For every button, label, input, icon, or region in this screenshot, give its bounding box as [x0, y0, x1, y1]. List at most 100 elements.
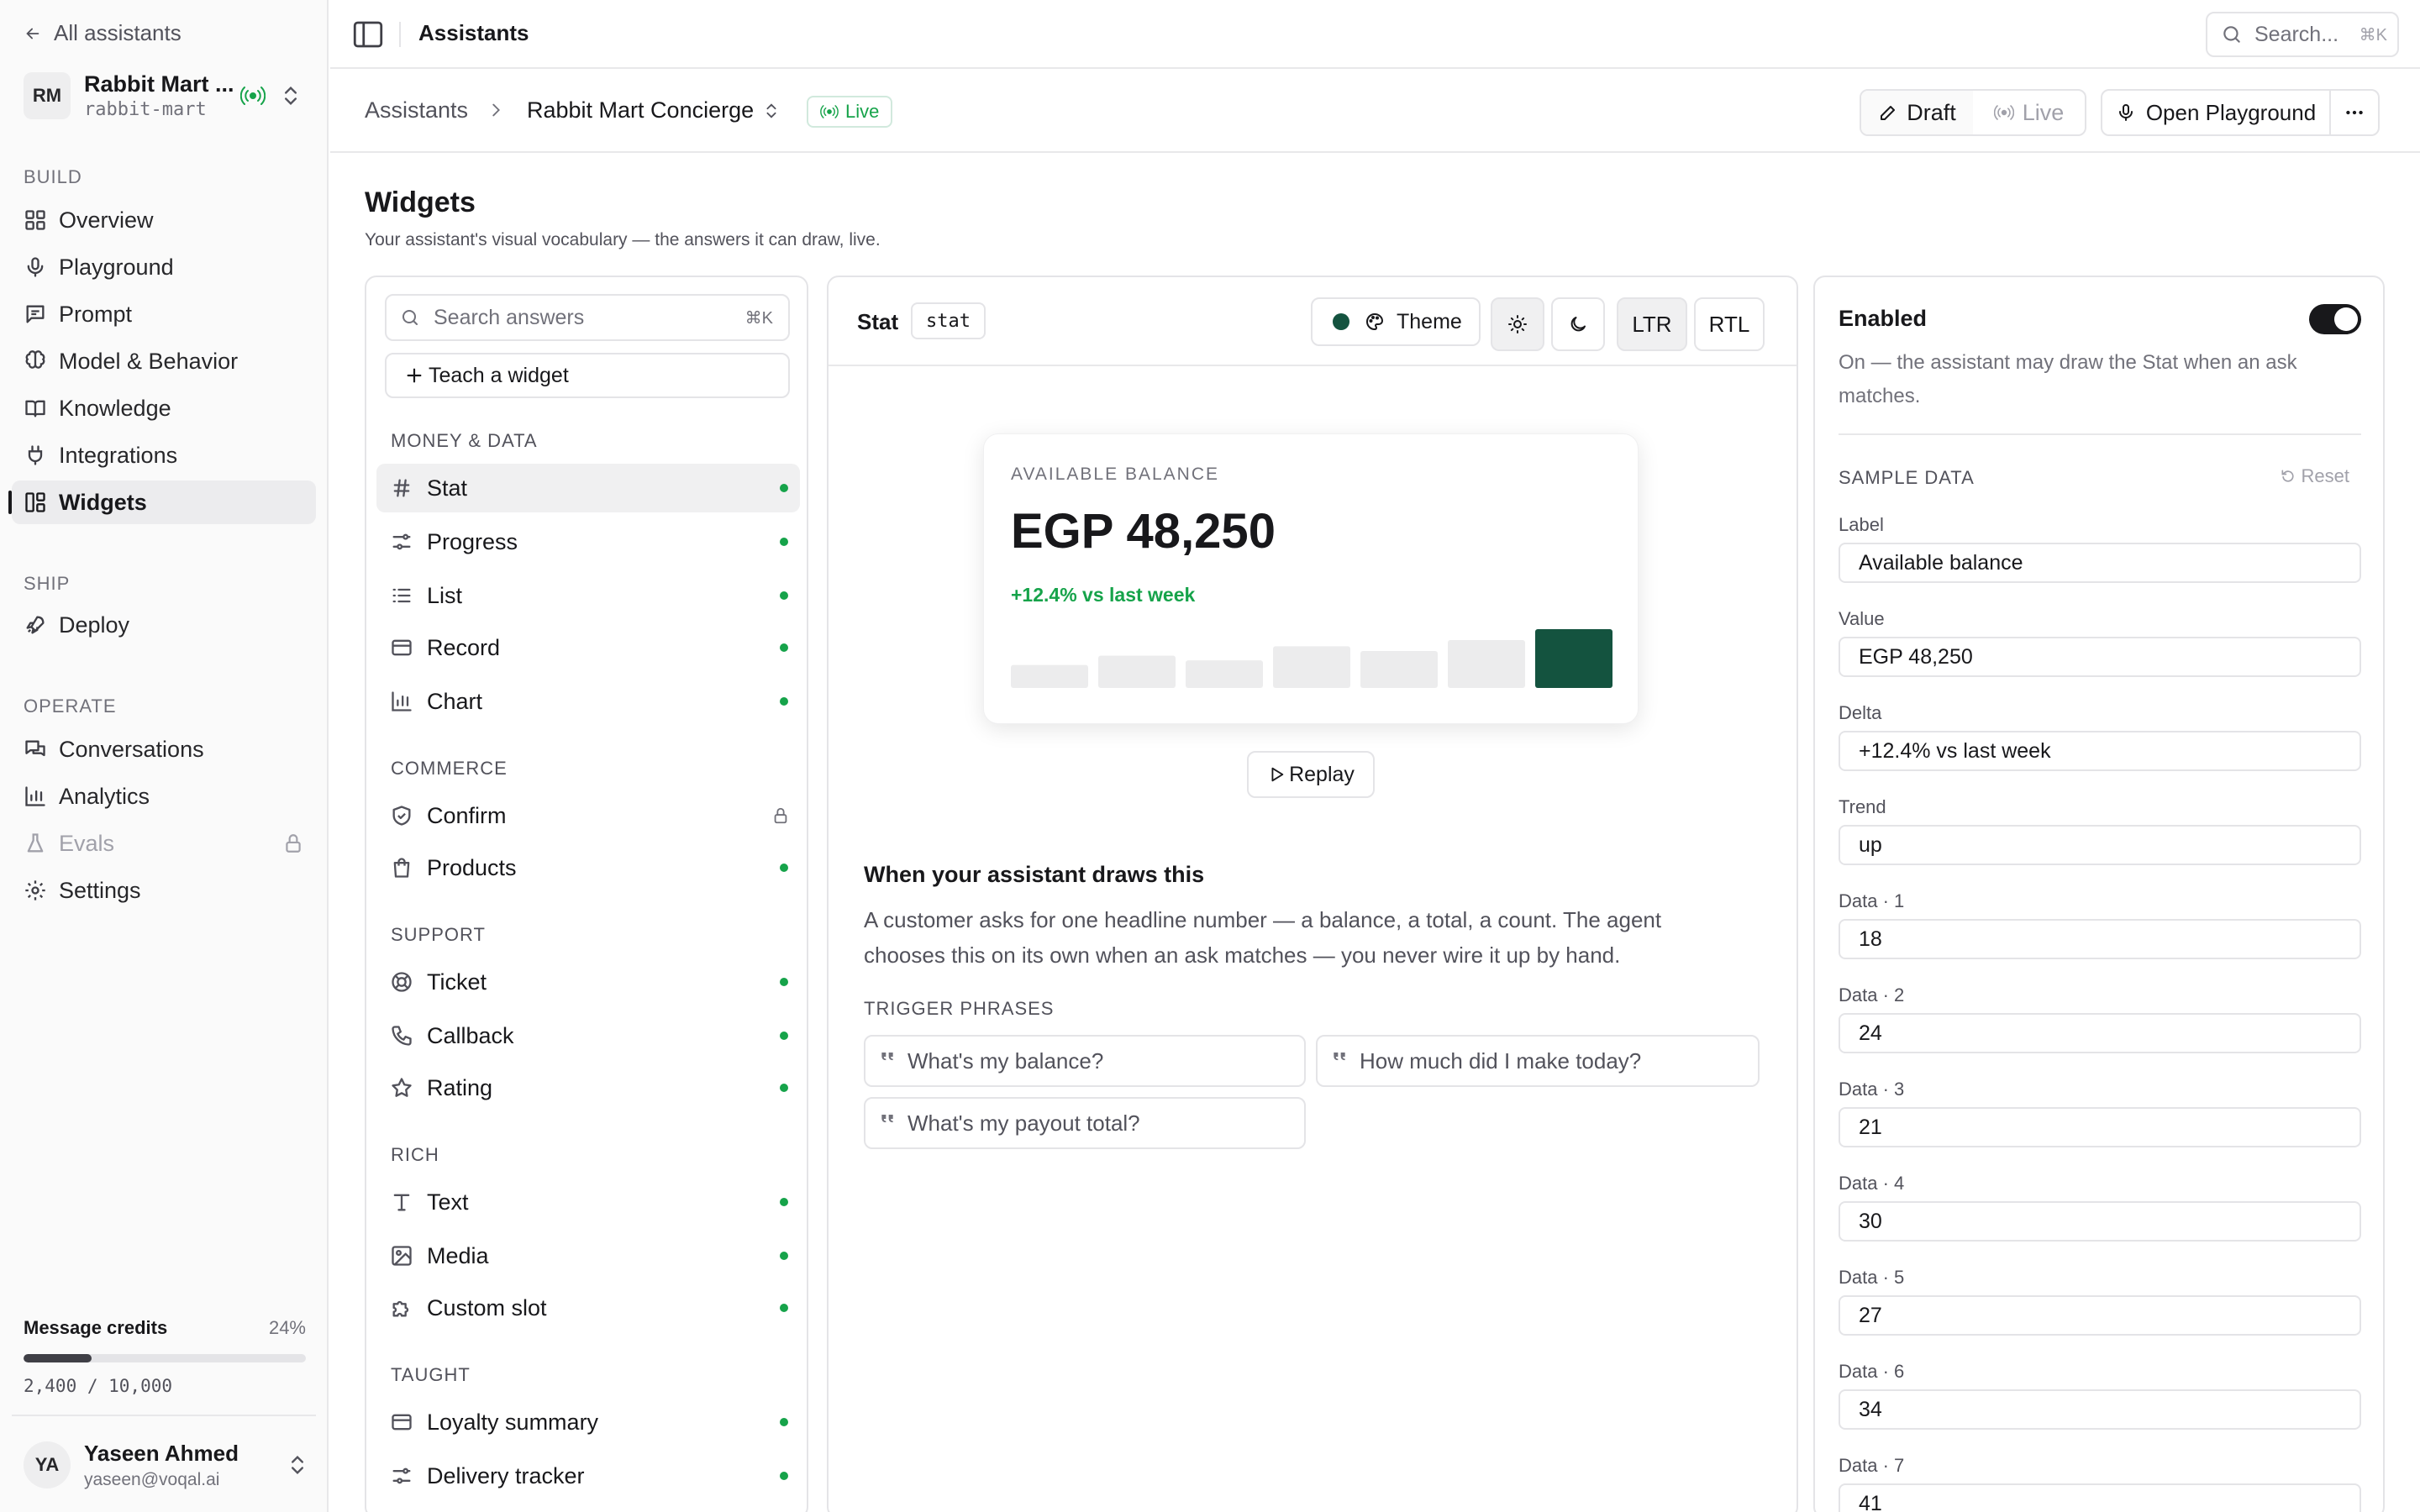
widget-search-input[interactable]: Search answers ⌘K	[385, 294, 790, 341]
sidebar: All assistants RM Rabbit Mart ... rabbit…	[0, 0, 329, 1512]
header-actions: Open Playground	[2101, 89, 2380, 136]
rtl-button[interactable]: RTL	[1694, 297, 1765, 351]
trigger-phrase[interactable]: What's my balance?	[864, 1035, 1306, 1087]
widget-item-custom-slot[interactable]: Custom slot	[376, 1284, 800, 1332]
sample-data-input[interactable]: 41	[1839, 1483, 2361, 1512]
rocket-icon	[26, 616, 45, 634]
widget-item-label: Record	[427, 634, 501, 660]
widget-item-rating[interactable]: Rating	[376, 1063, 800, 1112]
section-label-operate: OPERATE	[24, 696, 117, 717]
open-playground-button[interactable]: Open Playground	[2102, 91, 2331, 134]
widget-item-callback[interactable]: Callback	[376, 1011, 800, 1060]
trigger-phrase[interactable]: How much did I make today?	[1316, 1035, 1760, 1087]
enabled-dot	[780, 484, 788, 492]
field-label: Data · 1	[1839, 890, 1905, 911]
quote-icon	[881, 1115, 893, 1123]
teach-widget-button[interactable]: Teach a widget	[385, 353, 790, 398]
dark-mode-button[interactable]	[1551, 297, 1605, 351]
theme-button[interactable]: Theme	[1311, 297, 1481, 346]
widget-item-media[interactable]: Media	[376, 1231, 800, 1280]
status-badge: Live	[807, 96, 893, 128]
sample-data-input[interactable]: up	[1839, 825, 2361, 865]
field-label: Data · 2	[1839, 984, 1905, 1005]
sample-data-input[interactable]: Available balance	[1839, 543, 2361, 583]
sample-data-input[interactable]: 27	[1839, 1295, 2361, 1336]
nav-label: Deploy	[59, 612, 130, 638]
message-icon	[26, 305, 45, 323]
user-menu[interactable]: YA Yaseen Ahmed yaseen@voqal.ai	[24, 1438, 309, 1492]
ltr-button[interactable]: LTR	[1617, 297, 1687, 351]
enabled-description: On — the assistant may draw the Stat whe…	[1839, 351, 2297, 407]
reset-button[interactable]: Reset	[2280, 465, 2349, 487]
mic-icon	[2118, 104, 2133, 121]
credits-label: Message credits	[24, 1317, 168, 1338]
widget-item-progress[interactable]: Progress	[376, 517, 800, 566]
nav-item-settings[interactable]: Settings	[12, 869, 316, 912]
nav-item-overview[interactable]: Overview	[12, 198, 316, 242]
sample-data-input[interactable]: EGP 48,250	[1839, 637, 2361, 677]
nav-item-evals[interactable]: Evals	[12, 822, 316, 865]
widget-item-loyalty-summary[interactable]: Loyalty summary	[376, 1398, 800, 1446]
trigger-phrase[interactable]: What's my payout total?	[864, 1097, 1306, 1149]
widget-item-label: Products	[427, 854, 517, 880]
divider	[399, 22, 401, 47]
mode-live-button[interactable]: Live	[1973, 91, 2085, 134]
widget-item-list[interactable]: List	[376, 571, 800, 620]
sample-data-input[interactable]: 34	[1839, 1389, 2361, 1430]
widget-item-text[interactable]: Text	[376, 1178, 800, 1226]
broadcast-icon	[820, 105, 839, 118]
enabled-toggle[interactable]	[2309, 304, 2361, 334]
replay-button[interactable]: Replay	[1247, 751, 1375, 798]
more-options-button[interactable]	[2331, 91, 2378, 134]
sliders-icon	[392, 533, 411, 550]
quote-icon	[881, 1053, 893, 1061]
widget-item-chart[interactable]: Chart	[376, 677, 800, 726]
widget-item-confirm[interactable]: Confirm	[376, 791, 800, 840]
shortcut-hint: ⌘K	[744, 308, 773, 328]
widget-item-stat[interactable]: Stat	[376, 464, 800, 512]
widget-item-record[interactable]: Record	[376, 623, 800, 672]
credits-progress-bar	[24, 1354, 306, 1362]
nav-label: Integrations	[59, 442, 178, 468]
sample-data-input[interactable]: 24	[1839, 1013, 2361, 1053]
nav-item-conversations[interactable]: Conversations	[12, 727, 316, 771]
nav-item-prompt[interactable]: Prompt	[12, 292, 316, 336]
nav-label: Playground	[59, 254, 174, 280]
broadcast-icon	[240, 87, 266, 105]
back-to-assistants-link[interactable]: All assistants	[24, 20, 182, 46]
sample-data-input[interactable]: 21	[1839, 1107, 2361, 1147]
mode-draft-button[interactable]: Draft	[1861, 91, 1973, 134]
breadcrumb-assistants[interactable]: Assistants	[365, 97, 468, 123]
bar-chart-icon	[392, 691, 412, 711]
nav-item-knowledge[interactable]: Knowledge	[12, 386, 316, 430]
sample-data-input[interactable]: +12.4% vs last week	[1839, 731, 2361, 771]
nav-item-deploy[interactable]: Deploy	[12, 603, 316, 647]
nav-item-widgets[interactable]: Widgets	[8, 480, 316, 524]
lock-icon	[774, 807, 787, 824]
nav-label: Prompt	[59, 301, 133, 327]
global-search[interactable]: Search... ⌘K	[2206, 12, 2399, 57]
light-mode-button[interactable]	[1491, 297, 1544, 351]
widget-item-delivery-tracker[interactable]: Delivery tracker	[376, 1452, 800, 1500]
widget-item-products[interactable]: Products	[376, 843, 800, 892]
sample-data-input[interactable]: 30	[1839, 1201, 2361, 1242]
trend-bar	[1011, 664, 1088, 688]
layout-icon	[25, 492, 45, 512]
trigger-phrase-text: What's my payout total?	[908, 1110, 1140, 1136]
nav-item-model-behavior[interactable]: Model & Behavior	[12, 339, 316, 383]
user-name: Yaseen Ahmed	[84, 1440, 239, 1466]
field-label: Value	[1839, 608, 1885, 629]
widget-item-label: Delivery tracker	[427, 1462, 585, 1488]
sample-data-input[interactable]: 18	[1839, 919, 2361, 959]
sidebar-toggle-icon[interactable]	[350, 17, 386, 52]
nav-item-analytics[interactable]: Analytics	[12, 774, 316, 818]
assistant-switcher[interactable]: Rabbit Mart Concierge	[527, 97, 781, 123]
plus-icon	[407, 368, 422, 383]
preview-widget-name: Stat	[857, 309, 899, 334]
nav-item-integrations[interactable]: Integrations	[12, 433, 316, 477]
workspace-switcher[interactable]: RM Rabbit Mart ... rabbit-mart	[24, 71, 309, 121]
nav-item-playground[interactable]: Playground	[12, 245, 316, 289]
sun-icon	[1508, 315, 1527, 333]
widget-item-ticket[interactable]: Ticket	[376, 958, 800, 1006]
rotate-ccw-icon	[2281, 470, 2294, 482]
